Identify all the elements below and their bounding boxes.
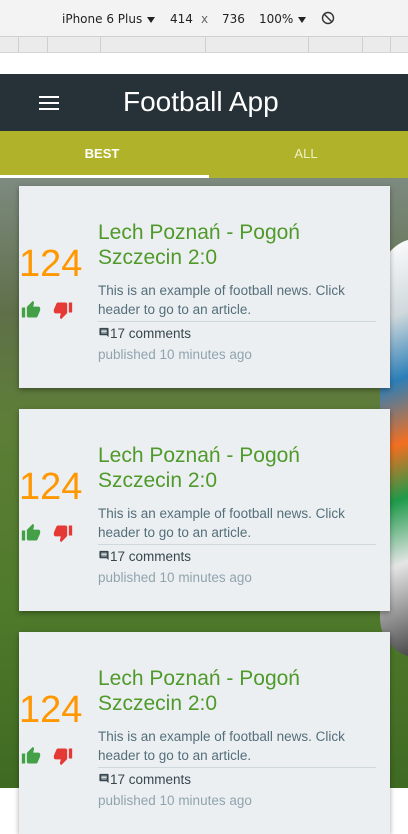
chevron-down-icon (298, 16, 307, 23)
device-select-label: iPhone 6 Plus (62, 12, 143, 26)
tab-best[interactable]: BEST (0, 131, 204, 178)
divider (98, 321, 376, 322)
rotate-icon[interactable] (321, 11, 335, 25)
comments-count: 17 comments (110, 772, 192, 787)
news-card: 124 Lech Poznań - Pogoń Szczecin 2:0 Thi… (19, 409, 390, 611)
chevron-down-icon (147, 16, 156, 23)
comments-link[interactable]: 17 comments (98, 324, 191, 343)
thumb-up-icon[interactable] (20, 523, 42, 543)
comment-icon (99, 327, 109, 338)
hamburger-menu-icon[interactable] (39, 96, 59, 110)
zoom-select[interactable]: 100% (259, 12, 307, 26)
published-time: published 10 minutes ago (98, 793, 252, 808)
viewport-width-input[interactable]: 414 (170, 12, 193, 26)
news-excerpt: This is an example of football news. Cli… (98, 506, 345, 540)
comments-count: 17 comments (110, 549, 192, 564)
viewport-height-input[interactable]: 736 (222, 12, 245, 26)
ruler-tick (47, 37, 48, 52)
app-title: Football App (123, 86, 279, 117)
ruler-tick (308, 37, 309, 52)
ruler-tick (390, 37, 391, 52)
viewport-top-gap (0, 53, 408, 74)
published-time: published 10 minutes ago (98, 570, 252, 585)
media-query-ruler[interactable] (0, 37, 408, 53)
ruler-tick (100, 37, 101, 52)
score: 124 (19, 243, 83, 285)
news-headline-link[interactable]: Lech Poznań - Pogoń Szczecin 2:0 (98, 443, 378, 493)
comments-link[interactable]: 17 comments (98, 547, 191, 566)
thumb-down-icon[interactable] (52, 746, 74, 766)
score: 124 (19, 466, 83, 508)
divider (98, 544, 376, 545)
comments-link[interactable]: 17 comments (98, 770, 191, 789)
news-excerpt: This is an example of football news. Cli… (98, 283, 345, 317)
ruler-tick (362, 37, 363, 52)
comment-icon (99, 773, 109, 784)
tab-all[interactable]: ALL (204, 131, 408, 178)
score: 124 (19, 689, 83, 731)
zoom-select-label: 100% (259, 12, 294, 26)
thumb-up-icon[interactable] (20, 746, 42, 766)
ruler-tick (18, 37, 19, 52)
thumb-down-icon[interactable] (52, 300, 74, 320)
news-card: 124 Lech Poznań - Pogoń Szczecin 2:0 Thi… (19, 186, 390, 388)
news-excerpt: This is an example of football news. Cli… (98, 729, 345, 763)
comment-icon (99, 550, 109, 561)
divider (98, 767, 376, 768)
published-time: published 10 minutes ago (98, 347, 252, 362)
tab-bar: BEST ALL (0, 131, 408, 178)
device-select[interactable]: iPhone 6 Plus (62, 12, 156, 26)
news-card: 124 Lech Poznań - Pogoń Szczecin 2:0 Thi… (19, 632, 390, 834)
news-headline-link[interactable]: Lech Poznań - Pogoń Szczecin 2:0 (98, 666, 378, 716)
comments-count: 17 comments (110, 326, 192, 341)
devtools-device-toolbar: iPhone 6 Plus 414 x 736 100% (0, 0, 408, 37)
thumb-up-icon[interactable] (20, 300, 42, 320)
news-headline-link[interactable]: Lech Poznań - Pogoń Szczecin 2:0 (98, 220, 378, 270)
ruler-tick (205, 37, 206, 52)
dimension-separator: x (201, 12, 209, 26)
thumb-down-icon[interactable] (52, 523, 74, 543)
